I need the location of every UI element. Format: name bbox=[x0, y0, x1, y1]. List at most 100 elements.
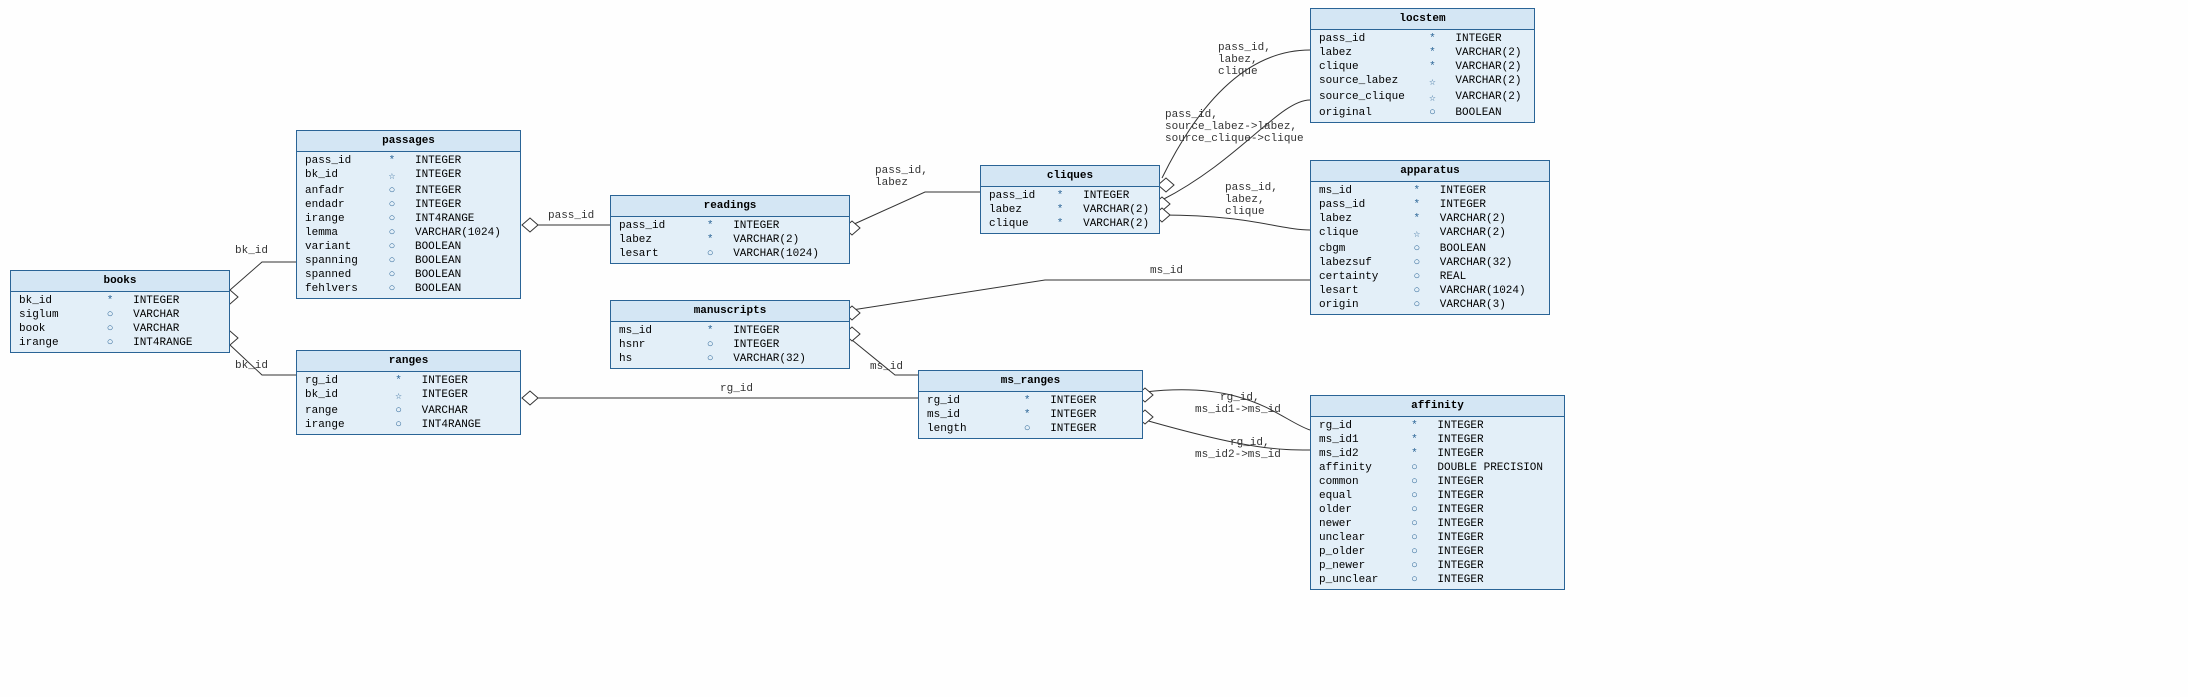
table-ranges: ranges rg_id*INTEGERbk_id☆INTEGERrange○V… bbox=[296, 350, 521, 435]
column-name: rg_id bbox=[297, 374, 384, 388]
column-name: ms_id1 bbox=[1311, 433, 1399, 447]
column-key: * bbox=[695, 233, 725, 247]
column-type: INTEGER bbox=[1429, 545, 1564, 559]
column-name: labez bbox=[1311, 46, 1417, 60]
column-name: book bbox=[11, 322, 95, 336]
column-name: rg_id bbox=[1311, 419, 1399, 433]
column-name: hsnr bbox=[611, 338, 695, 352]
column-type: INTEGER bbox=[1075, 189, 1159, 203]
column-name: source_labez bbox=[1311, 74, 1417, 90]
column-key: ○ bbox=[695, 352, 725, 366]
column-type: REAL bbox=[1432, 270, 1549, 284]
column-type: INTEGER bbox=[1432, 184, 1549, 198]
column-name: ms_id2 bbox=[1311, 447, 1399, 461]
column-key: ○ bbox=[377, 268, 407, 282]
column-type: VARCHAR(1024) bbox=[1432, 284, 1549, 298]
column-name: rg_id bbox=[919, 394, 1012, 408]
column-name: bk_id bbox=[297, 388, 384, 404]
column-name: source_clique bbox=[1311, 90, 1417, 106]
column-key: ○ bbox=[377, 282, 407, 296]
column-key: ○ bbox=[1399, 489, 1429, 503]
table-title: books bbox=[11, 271, 229, 292]
column-name: older bbox=[1311, 503, 1399, 517]
table-readings: readings pass_id*INTEGERlabez*VARCHAR(2)… bbox=[610, 195, 850, 264]
column-type: VARCHAR bbox=[414, 404, 520, 418]
column-type: INTEGER bbox=[725, 338, 849, 352]
column-type: INTEGER bbox=[1429, 573, 1564, 587]
column-key: ☆ bbox=[1417, 90, 1447, 106]
column-key: * bbox=[695, 219, 725, 233]
column-key: ☆ bbox=[384, 388, 414, 404]
column-key: ○ bbox=[1399, 559, 1429, 573]
column-key: * bbox=[377, 154, 407, 168]
column-key: * bbox=[1012, 394, 1042, 408]
edge-label: rg_id bbox=[720, 383, 753, 395]
column-name: bk_id bbox=[11, 294, 95, 308]
column-key: * bbox=[1402, 184, 1432, 198]
column-key: ☆ bbox=[1402, 226, 1432, 242]
column-type: INTEGER bbox=[1429, 517, 1564, 531]
column-type: VARCHAR(2) bbox=[1447, 46, 1534, 60]
table-title: passages bbox=[297, 131, 520, 152]
column-key: * bbox=[1399, 419, 1429, 433]
column-key: ○ bbox=[384, 418, 414, 432]
column-key: ○ bbox=[377, 184, 407, 198]
column-key: ○ bbox=[1399, 503, 1429, 517]
column-type: INTEGER bbox=[1042, 394, 1142, 408]
table-books: books bk_id*INTEGERsiglum○VARCHARbook○VA… bbox=[10, 270, 230, 353]
column-name: lemma bbox=[297, 226, 377, 240]
column-key: ○ bbox=[384, 404, 414, 418]
column-key: * bbox=[384, 374, 414, 388]
column-name: clique bbox=[1311, 60, 1417, 74]
column-key: * bbox=[1012, 408, 1042, 422]
table-body: rg_id*INTEGERms_id*INTEGERlength○INTEGER bbox=[919, 392, 1142, 438]
column-key: ○ bbox=[377, 198, 407, 212]
edge-label: bk_id bbox=[235, 360, 268, 372]
column-type: VARCHAR(2) bbox=[1075, 203, 1159, 217]
column-name: affinity bbox=[1311, 461, 1399, 475]
column-name: p_older bbox=[1311, 545, 1399, 559]
column-name: ms_id bbox=[919, 408, 1012, 422]
column-key: * bbox=[1399, 433, 1429, 447]
column-name: lesart bbox=[611, 247, 695, 261]
column-type: BOOLEAN bbox=[407, 254, 520, 268]
table-title: ranges bbox=[297, 351, 520, 372]
column-name: ms_id bbox=[1311, 184, 1402, 198]
table-title: ms_ranges bbox=[919, 371, 1142, 392]
column-key: ○ bbox=[1399, 531, 1429, 545]
column-type: INTEGER bbox=[1429, 531, 1564, 545]
column-type: INTEGER bbox=[414, 388, 520, 404]
column-name: clique bbox=[1311, 226, 1402, 242]
column-key: ☆ bbox=[377, 168, 407, 184]
column-key: ○ bbox=[695, 338, 725, 352]
column-name: pass_id bbox=[1311, 198, 1402, 212]
table-body: ms_id*INTEGERpass_id*INTEGERlabez*VARCHA… bbox=[1311, 182, 1549, 314]
table-body: pass_id*INTEGERlabez*VARCHAR(2)clique*VA… bbox=[981, 187, 1159, 233]
column-key: ☆ bbox=[1417, 74, 1447, 90]
column-key: ○ bbox=[1399, 461, 1429, 475]
table-body: rg_id*INTEGERms_id1*INTEGERms_id2*INTEGE… bbox=[1311, 417, 1564, 589]
column-key: * bbox=[1417, 46, 1447, 60]
column-type: BOOLEAN bbox=[1447, 106, 1534, 120]
column-type: VARCHAR(2) bbox=[1075, 217, 1159, 231]
table-affinity: affinity rg_id*INTEGERms_id1*INTEGERms_i… bbox=[1310, 395, 1565, 590]
column-name: pass_id bbox=[297, 154, 377, 168]
table-title: readings bbox=[611, 196, 849, 217]
column-key: ○ bbox=[377, 212, 407, 226]
column-type: VARCHAR(2) bbox=[1432, 212, 1549, 226]
svg-text:pass_id,labez,clique: pass_id,labez,clique bbox=[1225, 182, 1278, 218]
column-key: * bbox=[1417, 32, 1447, 46]
column-type: VARCHAR(32) bbox=[1432, 256, 1549, 270]
column-name: irange bbox=[297, 212, 377, 226]
column-type: INTEGER bbox=[407, 168, 520, 184]
column-key: ○ bbox=[1402, 270, 1432, 284]
column-name: labez bbox=[611, 233, 695, 247]
column-type: VARCHAR(2) bbox=[1447, 60, 1534, 74]
column-type: INTEGER bbox=[1429, 489, 1564, 503]
column-type: INTEGER bbox=[1432, 198, 1549, 212]
column-type: INTEGER bbox=[1429, 419, 1564, 433]
column-type: INTEGER bbox=[725, 324, 849, 338]
column-type: VARCHAR(1024) bbox=[407, 226, 520, 240]
table-body: pass_id*INTEGERlabez*VARCHAR(2)clique*VA… bbox=[1311, 30, 1534, 122]
column-name: labez bbox=[981, 203, 1045, 217]
